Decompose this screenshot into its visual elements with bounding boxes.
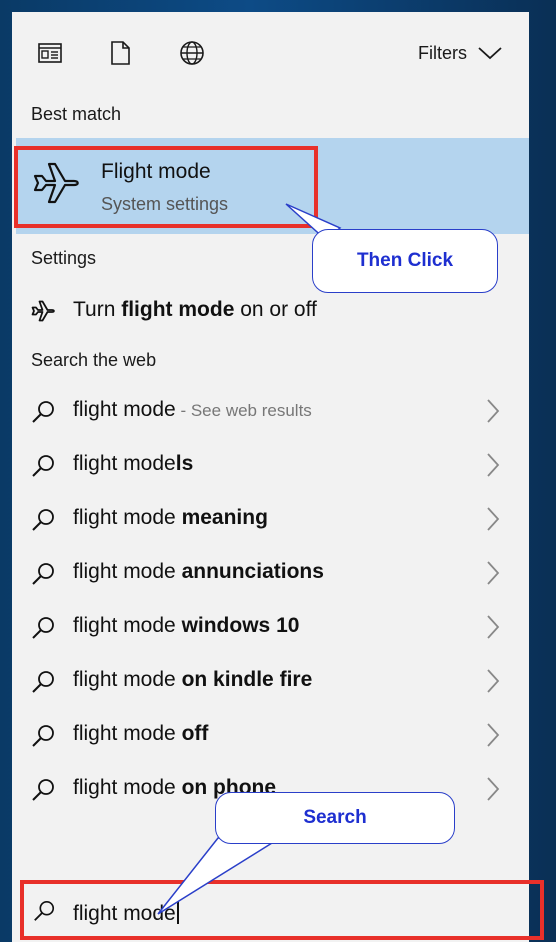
- web-result-label: flight models: [73, 452, 194, 475]
- filters-button[interactable]: Filters: [418, 41, 503, 65]
- chevron-right-icon: [487, 561, 500, 585]
- search-icon: [32, 779, 54, 801]
- search-icon: [32, 509, 54, 531]
- search-icon: [32, 671, 54, 693]
- chevron-right-icon: [487, 723, 500, 747]
- chevron-right-icon: [487, 453, 500, 477]
- web-result-row[interactable]: flight mode meaning: [12, 492, 529, 546]
- settings-item-label: Turn flight mode on or off: [73, 298, 317, 321]
- search-icon: [32, 617, 54, 639]
- callout-then-click: Then Click: [312, 229, 498, 293]
- settings-heading: Settings: [31, 248, 97, 268]
- web-result-row[interactable]: flight models: [12, 438, 529, 492]
- apps-icon[interactable]: [37, 40, 63, 66]
- web-result-label: flight mode annunciations: [73, 560, 324, 583]
- web-result-row[interactable]: flight mode off: [12, 708, 529, 762]
- web-result-label: flight mode - See web results: [73, 398, 312, 421]
- search-toolbar: Filters: [12, 12, 529, 92]
- search-icon: [32, 563, 54, 585]
- best-match-heading: Best match: [31, 104, 122, 124]
- web-result-row[interactable]: flight mode annunciations: [12, 546, 529, 600]
- chevron-down-icon: [478, 47, 502, 60]
- web-result-label: flight mode off: [73, 722, 209, 745]
- web-result-row[interactable]: flight mode - See web results: [12, 384, 529, 438]
- web-icon[interactable]: [179, 40, 205, 66]
- web-result-row[interactable]: flight mode windows 10: [12, 600, 529, 654]
- web-results-list: flight mode - See web results flight mod…: [12, 384, 529, 816]
- web-result-label: flight mode meaning: [73, 506, 268, 529]
- web-result-label: flight mode on kindle fire: [73, 668, 313, 691]
- documents-icon[interactable]: [107, 40, 133, 66]
- callout-search: Search: [215, 792, 455, 844]
- search-icon: [32, 725, 54, 747]
- search-icon: [32, 401, 54, 423]
- annotation-box-best-match: [14, 146, 318, 228]
- web-result-label: flight mode windows 10: [73, 614, 300, 637]
- chevron-right-icon: [487, 507, 500, 531]
- web-result-row[interactable]: flight mode on kindle fire: [12, 654, 529, 708]
- filters-label: Filters: [418, 42, 467, 63]
- settings-item-flight-mode[interactable]: Turn flight mode on or off: [12, 290, 529, 332]
- chevron-right-icon: [487, 399, 500, 423]
- search-icon: [32, 455, 54, 477]
- chevron-right-icon: [487, 777, 500, 801]
- web-result-hint: - See web results: [175, 401, 312, 420]
- chevron-right-icon: [487, 615, 500, 639]
- chevron-right-icon: [487, 669, 500, 693]
- search-web-heading: Search the web: [31, 350, 157, 370]
- airplane-icon: [31, 300, 55, 322]
